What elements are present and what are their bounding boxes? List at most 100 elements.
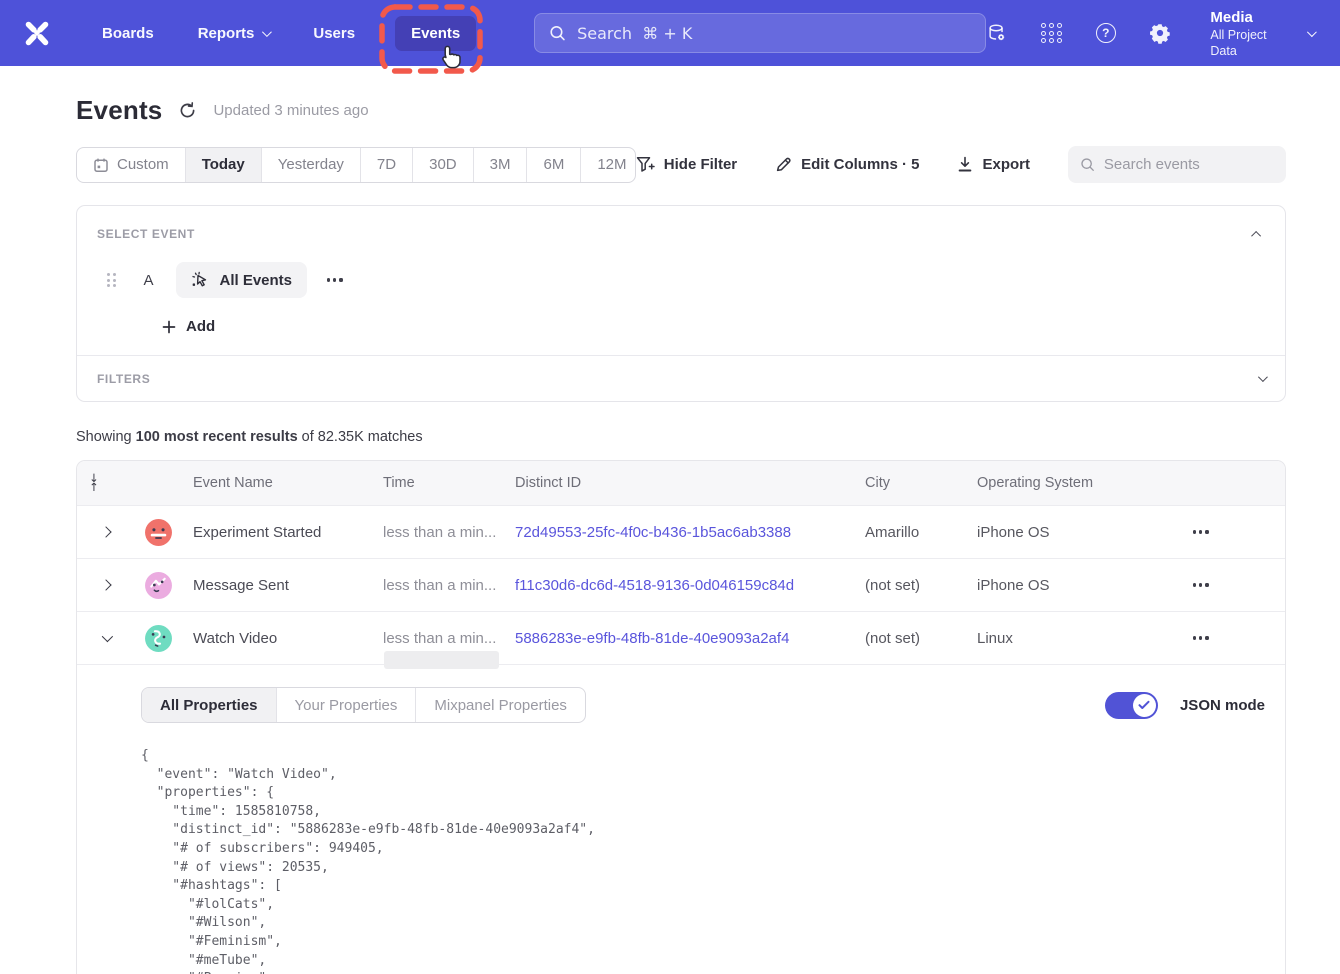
distinct-id-link[interactable]: 72d49553-25fc-4f0c-b436-1b5ac6ab3388 [515,524,865,541]
event-name: Message Sent [193,577,383,594]
mixpanel-logo-icon[interactable] [22,19,52,47]
navbar-right-icons: Media All Project Data [986,8,1314,59]
date-range-12m[interactable]: 12M [580,148,635,182]
row-more-options-icon[interactable] [1187,524,1215,539]
tab-mixpanel-properties-label: Mixpanel Properties [434,697,567,714]
hide-filter-label: Hide Filter [664,156,737,173]
toggle-knob [1133,694,1156,717]
tab-mixpanel-properties[interactable]: Mixpanel Properties [415,688,585,722]
chevron-up-icon [1251,231,1261,241]
nav-item-events[interactable]: Events [395,16,476,51]
date-range-6m[interactable]: 6M [526,148,580,182]
tab-all-properties-label: All Properties [160,697,258,714]
distinct-id-link[interactable]: f11c30d6-dc6d-4518-9136-0d046159c84d [515,577,865,594]
search-events-input[interactable] [1104,156,1274,173]
project-scope: All Project Data [1210,27,1293,59]
tab-your-properties[interactable]: Your Properties [276,688,416,722]
chevron-down-icon [1258,372,1268,382]
json-mode-label: JSON mode [1180,697,1265,714]
date-range-custom[interactable]: Custom [77,148,185,182]
date-range-yesterday[interactable]: Yesterday [261,148,360,182]
hide-filter-button[interactable]: Hide Filter [636,156,737,173]
export-button[interactable]: Export [957,156,1030,173]
event-pill-label: All Events [220,272,293,289]
column-header-time[interactable]: Time [383,475,515,491]
nav-item-events-wrapper: Events [395,16,476,51]
expand-row-button[interactable] [77,575,135,595]
add-event-button[interactable]: Add [162,318,1265,335]
data-management-icon[interactable] [986,22,1008,44]
date-range-7d-label: 7D [377,156,396,173]
expand-row-button[interactable] [77,522,135,542]
os-value: Linux [977,630,1167,647]
distinct-id-link[interactable]: 5886283e-e9fb-48fb-81de-40e9093a2af4 [515,630,865,647]
avatar [144,624,173,653]
filters-section-toggle[interactable]: FILTERS [77,356,1285,401]
project-switcher[interactable]: Media All Project Data [1210,8,1314,59]
date-range-3m[interactable]: 3M [473,148,527,182]
json-mode-toggle[interactable] [1105,692,1158,719]
sort-icon[interactable]: ↓↑ [89,474,135,492]
event-time[interactable]: less than a min... [383,630,515,647]
city-value: Amarillo [865,524,977,541]
nav-item-boards[interactable]: Boards [88,16,168,51]
event-row: A All Events [97,262,1265,298]
filters-label: FILTERS [97,372,150,386]
date-range-today-label: Today [202,156,245,173]
table-row[interactable]: Message Sent less than a min... f11c30d6… [77,558,1285,611]
city-value: (not set) [865,577,977,594]
date-range-30d[interactable]: 30D [412,148,473,182]
column-header-city[interactable]: City [865,475,977,491]
global-search-bar[interactable] [534,13,986,53]
nav-item-reports[interactable]: Reports [184,16,284,51]
main-content: Events Updated 3 minutes ago Custom Toda… [0,66,1340,974]
pencil-icon [775,156,792,173]
filter-funnel-icon [636,156,655,173]
collapse-section-button[interactable] [1250,221,1265,247]
download-icon [957,156,973,173]
column-header-distinct-id[interactable]: Distinct ID [515,475,865,491]
project-name: Media [1210,8,1293,27]
avatar [144,518,173,547]
tab-your-properties-label: Your Properties [295,697,398,714]
nav-item-events-label: Events [411,25,460,42]
event-selector-pill[interactable]: All Events [176,262,308,298]
edit-columns-button[interactable]: Edit Columns · 5 [775,156,919,173]
settings-gear-icon[interactable] [1149,22,1171,44]
table-header-row: ↓↑ Event Name Time Distinct ID City Oper… [77,461,1285,505]
chevron-down-icon [102,631,113,642]
search-events-field[interactable] [1068,146,1286,183]
row-more-options-icon[interactable] [1187,577,1215,592]
row-more-options-icon[interactable] [1187,630,1215,645]
table-row[interactable]: Experiment Started less than a min... 72… [77,505,1285,558]
date-range-yesterday-label: Yesterday [278,156,344,173]
date-range-7d[interactable]: 7D [360,148,412,182]
event-name: Watch Video [193,630,383,647]
nav-item-users[interactable]: Users [299,16,369,51]
event-sparkle-cursor-icon [191,271,210,290]
results-count: 100 most recent results [136,429,298,445]
apps-grid-icon[interactable] [1041,22,1062,44]
nav-item-users-label: Users [313,25,355,42]
column-header-os[interactable]: Operating System [977,475,1167,491]
results-suffix: of 82.35K matches [298,429,423,445]
collapse-row-button[interactable] [77,628,135,648]
step-letter: A [142,272,156,289]
chevron-right-icon [100,579,111,590]
event-time[interactable]: less than a min... [383,524,515,541]
search-icon [549,24,566,42]
event-more-options-icon[interactable] [321,272,349,287]
date-range-today[interactable]: Today [185,148,261,182]
event-time[interactable]: less than a min... [383,577,515,594]
date-range-30d-label: 30D [429,156,457,173]
date-range-12m-label: 12M [597,156,626,173]
os-value: iPhone OS [977,577,1167,594]
column-header-event-name[interactable]: Event Name [193,475,383,491]
global-search-input[interactable] [577,24,971,43]
last-updated-text: Updated 3 minutes ago [213,102,368,119]
tab-all-properties[interactable]: All Properties [142,688,276,722]
refresh-icon[interactable] [178,101,197,120]
table-row-expanded[interactable]: Watch Video less than a min... 5886283e-… [77,611,1285,664]
drag-handle-icon[interactable] [107,273,116,287]
help-icon[interactable] [1095,22,1116,44]
